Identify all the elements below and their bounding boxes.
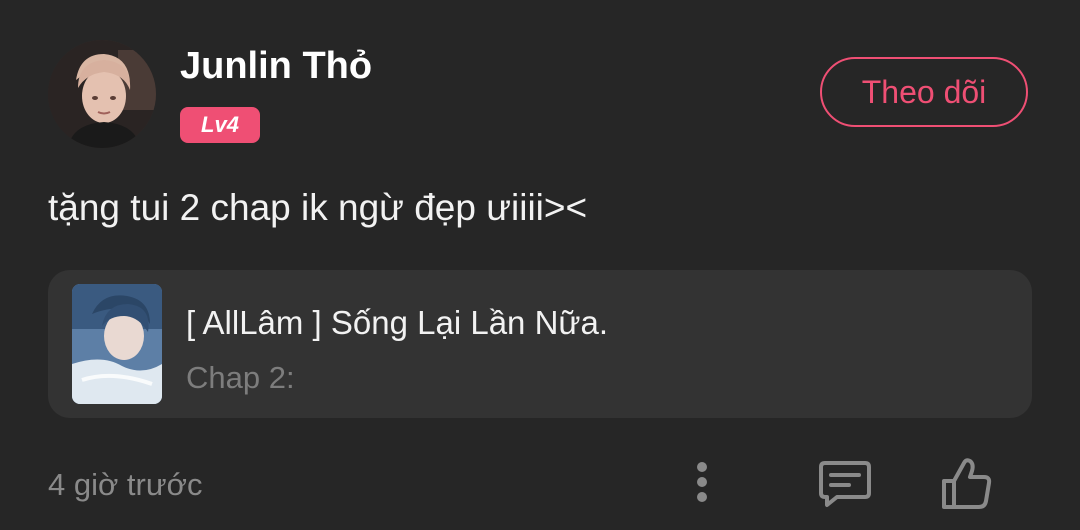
reply-button[interactable] [815,455,875,515]
username[interactable]: Junlin Thỏ [180,42,372,90]
comment-text: tặng tui 2 chap ik ngừ đẹp ưiiii>< [48,187,588,228]
story-title: [ AllLâm ] Sống Lại Lần Nữa. [186,304,609,341]
story-link-card[interactable]: [ AllLâm ] Sống Lại Lần Nữa. Chap 2: [48,270,1032,418]
thumbs-up-icon [942,458,992,509]
cover-illustration [72,284,162,404]
level-badge: Lv4 [180,107,260,143]
comment-card: Junlin Thỏ Lv4 Theo dõi tặng tui 2 chap … [0,0,1080,530]
follow-button[interactable]: Theo dõi [820,57,1028,127]
avatar-photo [48,40,156,148]
more-options-button[interactable] [672,455,732,515]
story-cover-image [72,284,162,404]
user-avatar[interactable] [48,40,156,148]
comment-timestamp: 4 giờ trước [48,467,203,502]
more-vertical-icon [697,462,707,502]
comment-icon [819,461,871,507]
story-chapter: Chap 2: [186,360,295,395]
like-button[interactable] [936,455,996,515]
